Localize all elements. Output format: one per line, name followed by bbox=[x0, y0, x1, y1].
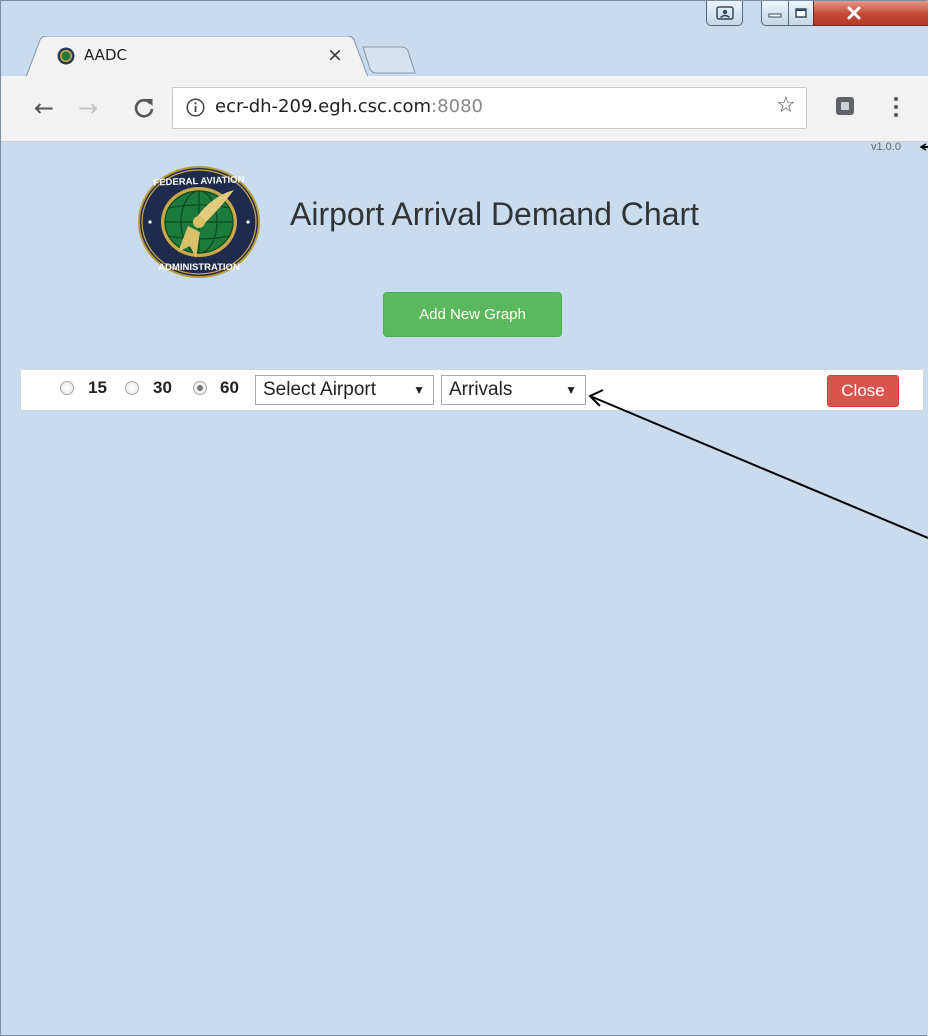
version-label: v1.0.0 bbox=[871, 141, 901, 153]
flight-type-select[interactable]: Arrivals ▼ bbox=[441, 375, 586, 405]
menu-dots-icon[interactable] bbox=[891, 94, 901, 120]
close-graph-button[interactable]: Close bbox=[827, 375, 899, 407]
extension-icon[interactable] bbox=[836, 97, 854, 115]
interval-15-radio[interactable] bbox=[60, 381, 74, 395]
new-tab-button[interactable] bbox=[362, 46, 416, 74]
window-close-button[interactable] bbox=[813, 0, 928, 26]
url-host: ecr-dh-209.egh.csc.com bbox=[215, 96, 432, 117]
airport-select[interactable]: Select Airport ▼ bbox=[255, 375, 434, 405]
url-port: :8080 bbox=[431, 96, 483, 117]
interval-30-radio[interactable] bbox=[125, 381, 139, 395]
svg-text:ADMINISTRATION: ADMINISTRATION bbox=[158, 262, 240, 273]
forward-arrow-icon[interactable]: → bbox=[78, 96, 98, 120]
reload-icon[interactable] bbox=[132, 96, 156, 120]
minimize-button[interactable] bbox=[761, 0, 789, 26]
browser-window bbox=[0, 0, 928, 1036]
tab-title: AADC bbox=[84, 46, 127, 64]
browser-tab[interactable] bbox=[26, 36, 368, 77]
flight-type-select-value: Arrivals bbox=[449, 379, 513, 400]
add-new-graph-button[interactable]: Add New Graph bbox=[383, 292, 562, 337]
star-icon[interactable]: ☆ bbox=[776, 94, 796, 118]
tab-close-icon[interactable]: × bbox=[324, 44, 346, 66]
interval-60-radio[interactable] bbox=[193, 381, 207, 395]
interval-30-label: 30 bbox=[153, 378, 172, 397]
user-profile-button[interactable] bbox=[706, 0, 743, 26]
interval-15-label: 15 bbox=[88, 378, 107, 397]
page-title: Airport Arrival Demand Chart bbox=[290, 196, 700, 232]
minimize-icon bbox=[768, 13, 782, 17]
maximize-button[interactable] bbox=[788, 0, 814, 26]
faa-seal-logo: FEDERAL AVIATION ADMINISTRATION bbox=[138, 166, 260, 278]
tab-favicon-icon bbox=[57, 47, 75, 65]
dropdown-arrow-icon: ▼ bbox=[565, 383, 577, 397]
interval-60-label: 60 bbox=[220, 378, 239, 397]
window-close-icon bbox=[847, 6, 861, 19]
maximize-icon bbox=[795, 7, 807, 18]
info-icon[interactable] bbox=[186, 98, 205, 117]
user-icon bbox=[715, 5, 734, 20]
airport-select-value: Select Airport bbox=[263, 379, 376, 400]
dropdown-arrow-icon: ▼ bbox=[413, 383, 425, 397]
back-arrow-icon[interactable]: ← bbox=[34, 96, 54, 120]
url-text[interactable]: ecr-dh-209.egh.csc.com:8080 bbox=[215, 96, 483, 117]
